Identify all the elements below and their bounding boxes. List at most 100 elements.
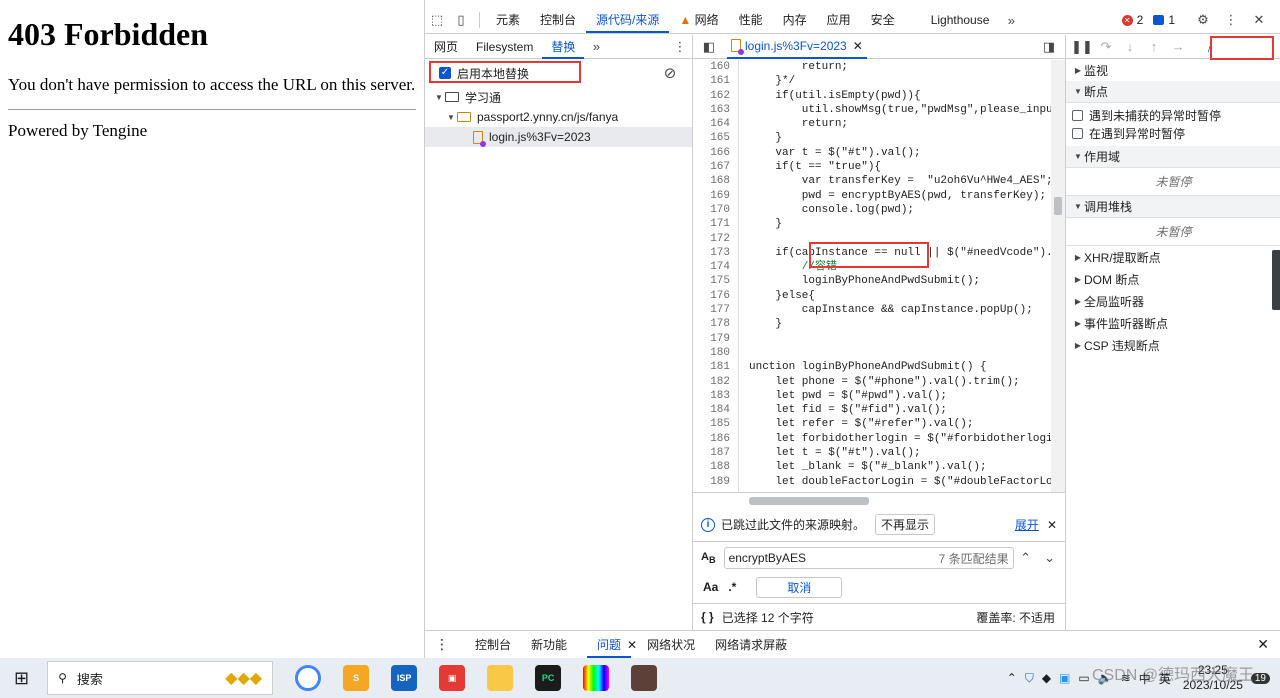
- line-number[interactable]: 180: [693, 346, 738, 360]
- line-number[interactable]: 186: [693, 432, 738, 446]
- tray-app-icon[interactable]: ▣: [1059, 671, 1070, 685]
- error-icon[interactable]: ✕: [1121, 14, 1133, 26]
- code-editor[interactable]: 160 161 162 163 164 165 166 167 168 169 170 171 172 1…: [693, 60, 1065, 493]
- line-number[interactable]: 189: [693, 475, 738, 489]
- horizontal-scrollbar[interactable]: [749, 497, 869, 505]
- close-icon[interactable]: ✕: [627, 638, 637, 652]
- toggle-navigator-icon[interactable]: ◧: [697, 35, 721, 59]
- line-number[interactable]: 162: [693, 89, 738, 103]
- replace-toggle-icon[interactable]: AB: [701, 551, 716, 565]
- dont-show-again-button[interactable]: 不再显示: [875, 514, 936, 535]
- more-tabs-icon[interactable]: »: [584, 35, 608, 59]
- drawer-tab-request-blocking[interactable]: 网络请求屏蔽: [705, 632, 797, 658]
- tab-lighthouse[interactable]: Lighthouse: [921, 7, 1000, 33]
- line-number[interactable]: 168: [693, 174, 738, 188]
- drawer-tab-console[interactable]: 控制台: [465, 632, 521, 658]
- issue-icon[interactable]: [1153, 15, 1165, 25]
- more-tabs-icon[interactable]: »: [999, 8, 1023, 32]
- image-app-icon[interactable]: [631, 665, 658, 691]
- line-number[interactable]: 160: [693, 60, 738, 74]
- match-case-toggle[interactable]: Aa: [703, 580, 718, 594]
- pause-uncaught-checkbox[interactable]: 遇到未捕获的异常时暂停: [1066, 106, 1280, 124]
- line-number[interactable]: 163: [693, 103, 738, 117]
- line-number[interactable]: 188: [693, 460, 738, 474]
- gear-icon[interactable]: ⚙: [1191, 8, 1215, 32]
- toggle-debugger-icon[interactable]: ◨: [1037, 35, 1061, 59]
- section-watch[interactable]: ▶ 监视: [1066, 59, 1280, 81]
- tab-page[interactable]: 网页: [425, 35, 467, 59]
- clear-icon[interactable]: ⊘: [658, 61, 682, 85]
- section-xhr[interactable]: ▶ XHR/提取断点: [1066, 246, 1280, 268]
- chevron-up-icon[interactable]: ⌃: [1007, 671, 1017, 685]
- chevron-up-icon[interactable]: ⌃: [1014, 546, 1038, 570]
- line-number[interactable]: 175: [693, 274, 738, 288]
- braces-icon[interactable]: { }: [701, 610, 714, 624]
- tab-console[interactable]: 控制台: [530, 7, 586, 33]
- line-number[interactable]: 178: [693, 317, 738, 331]
- kebab-menu-icon[interactable]: ⋮: [435, 636, 449, 653]
- tab-sources[interactable]: 源代码/来源: [586, 7, 670, 33]
- line-number[interactable]: 185: [693, 417, 738, 431]
- section-csp[interactable]: ▶ CSP 违规断点: [1066, 334, 1280, 356]
- line-number[interactable]: 166: [693, 146, 738, 160]
- close-icon[interactable]: ✕: [853, 39, 863, 53]
- section-dom[interactable]: ▶ DOM 断点: [1066, 268, 1280, 290]
- drawer-tab-whats-new[interactable]: 新功能: [521, 632, 577, 658]
- battery-icon[interactable]: ▭: [1078, 671, 1089, 685]
- line-number[interactable]: 161: [693, 74, 738, 88]
- close-icon[interactable]: ✕: [1257, 636, 1269, 653]
- line-number[interactable]: 176: [693, 289, 738, 303]
- step-icon[interactable]: →: [1166, 35, 1190, 59]
- line-number[interactable]: 173: [693, 246, 738, 260]
- tab-elements[interactable]: 元素: [486, 7, 530, 33]
- app-icon[interactable]: ▣: [439, 665, 466, 691]
- tree-item-root[interactable]: ▼ 学习通: [425, 87, 692, 107]
- line-number[interactable]: 183: [693, 389, 738, 403]
- tab-filesystem[interactable]: Filesystem: [467, 35, 542, 59]
- tab-security[interactable]: 安全: [861, 7, 905, 33]
- line-number[interactable]: 174: [693, 260, 738, 274]
- taskbar-search[interactable]: ⚲ 搜索 ◆◆◆: [47, 661, 274, 695]
- line-number[interactable]: 182: [693, 375, 738, 389]
- file-explorer-icon[interactable]: [487, 665, 514, 691]
- line-number[interactable]: 169: [693, 189, 738, 203]
- pause-icon[interactable]: ❚❚: [1070, 35, 1094, 59]
- close-icon[interactable]: ✕: [1047, 518, 1057, 532]
- pycharm-icon[interactable]: PC: [535, 665, 562, 691]
- drawer-tab-network-conditions[interactable]: 网络状况: [637, 632, 705, 658]
- kebab-menu-icon[interactable]: ⋮: [1219, 8, 1243, 32]
- line-number[interactable]: 172: [693, 232, 738, 246]
- line-number[interactable]: 181: [693, 360, 738, 374]
- search-input[interactable]: encryptByAES 7 条匹配结果: [723, 547, 1014, 569]
- tab-overrides[interactable]: 替换: [542, 35, 585, 59]
- file-tab[interactable]: login.js%3Fv=2023 ✕: [727, 35, 867, 59]
- shield-icon[interactable]: ⛉: [1025, 671, 1034, 686]
- vertical-scrollbar[interactable]: [1051, 60, 1065, 492]
- isp-app-icon[interactable]: ISP: [391, 665, 418, 691]
- line-number[interactable]: 187: [693, 446, 738, 460]
- tab-memory[interactable]: 内存: [773, 7, 817, 33]
- expand-link[interactable]: 展开: [1015, 516, 1039, 533]
- section-callstack[interactable]: ▼ 调用堆栈: [1066, 196, 1280, 218]
- drawer-tab-issues[interactable]: 问题: [587, 632, 632, 658]
- section-breakpoints[interactable]: ▼ 断点: [1066, 81, 1280, 103]
- line-number[interactable]: 165: [693, 131, 738, 145]
- step-into-icon[interactable]: ↓: [1118, 35, 1142, 59]
- inspect-icon[interactable]: ⬚: [425, 8, 449, 32]
- kebab-menu-icon[interactable]: ⋮: [668, 35, 692, 59]
- line-number[interactable]: 171: [693, 217, 738, 231]
- chrome-icon[interactable]: [295, 665, 322, 691]
- pause-caught-checkbox[interactable]: 在遇到异常时暂停: [1066, 124, 1280, 142]
- close-icon[interactable]: ✕: [1247, 8, 1271, 32]
- line-number[interactable]: 179: [693, 332, 738, 346]
- device-toggle-icon[interactable]: ▯: [449, 8, 473, 32]
- step-over-icon[interactable]: ↷: [1094, 35, 1118, 59]
- tab-network[interactable]: ▲ 网络: [669, 7, 728, 33]
- line-number[interactable]: 177: [693, 303, 738, 317]
- tree-item-file[interactable]: login.js%3Fv=2023: [425, 127, 692, 147]
- chevron-down-icon[interactable]: ⌄: [1038, 546, 1062, 570]
- tray-app-icon[interactable]: ◆: [1042, 671, 1051, 685]
- windows-start-icon[interactable]: ⊞: [14, 668, 29, 689]
- line-number[interactable]: 184: [693, 403, 738, 417]
- section-event[interactable]: ▶ 事件监听器断点: [1066, 312, 1280, 334]
